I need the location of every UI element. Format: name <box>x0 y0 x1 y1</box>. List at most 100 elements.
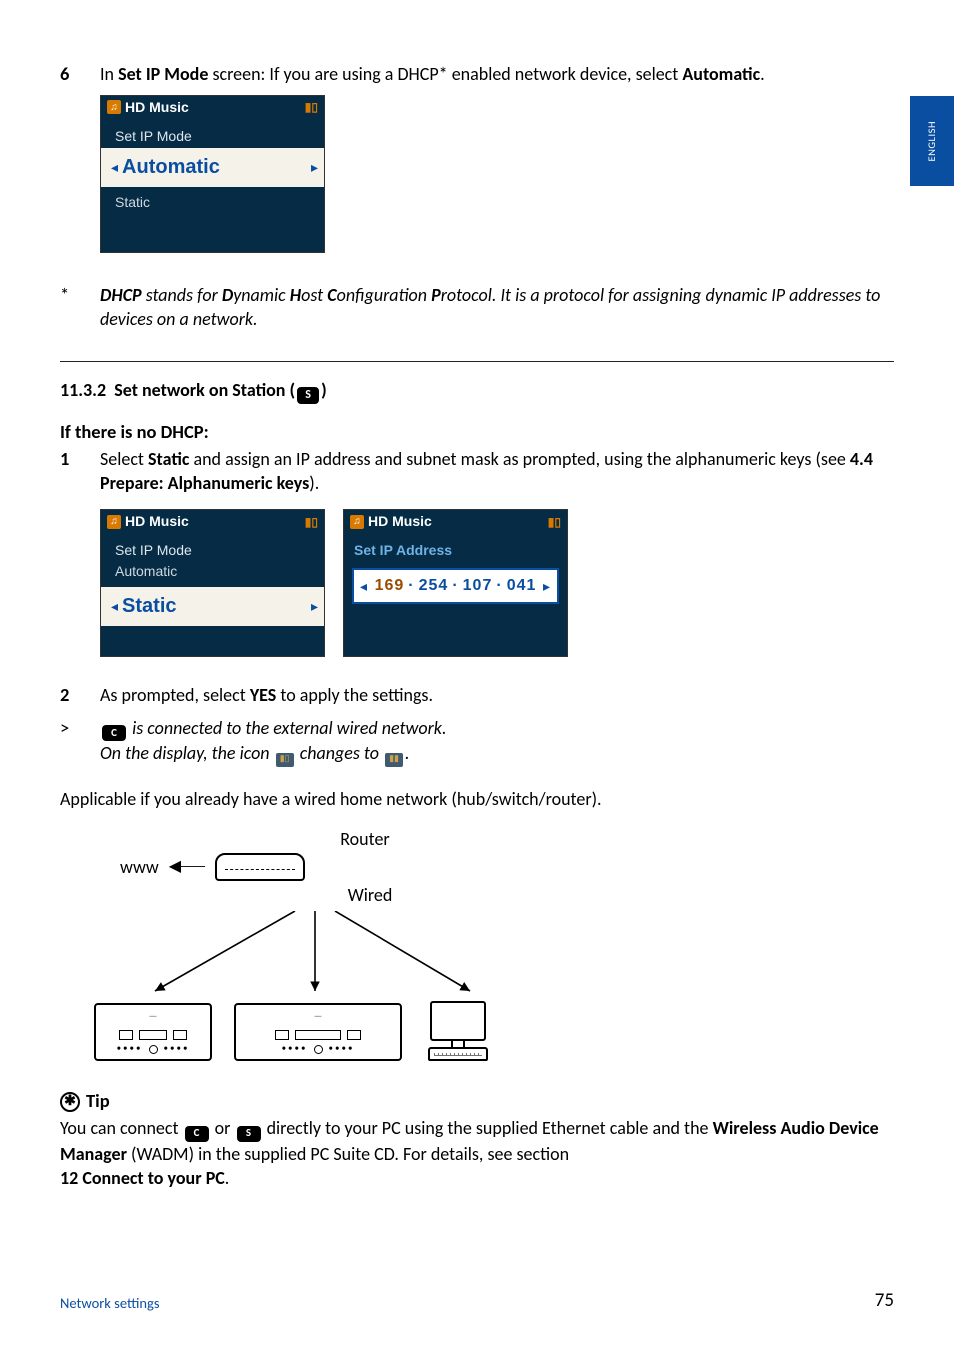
footer-page-number: 75 <box>875 1288 894 1314</box>
step-1-text: Select Static and assign an IP address a… <box>100 447 894 496</box>
txt: H <box>290 284 301 306</box>
txt: Static <box>148 448 189 470</box>
device-title: HD Music <box>368 512 432 531</box>
txt: directly to your PC using the supplied E… <box>263 1117 713 1139</box>
signal-new-icon: ▮▮ <box>385 753 403 767</box>
left-caret-icon: ◂ <box>111 597 118 616</box>
right-caret-icon: ▸ <box>311 158 318 177</box>
signal-icon: ▮▯ <box>305 99 318 115</box>
page-footer: Network settings 75 <box>60 1288 894 1314</box>
tip-text: You can connect C or S directly to your … <box>60 1116 894 1190</box>
txt: On the display, the icon <box>100 742 274 764</box>
ip-octets: 169·254·107·041 <box>372 575 540 597</box>
step-6-text: In Set IP Mode screen: If you are using … <box>100 62 894 87</box>
network-diagram: Router www ◀─── Wired ── • <box>100 827 500 1062</box>
tip-heading: ✱ Tip <box>60 1089 894 1114</box>
txt: Select <box>100 448 148 470</box>
ip-octet-2: 254 <box>419 575 449 597</box>
tip-label: Tip <box>86 1089 110 1114</box>
station-badge-icon: S <box>297 387 319 404</box>
step-2: 2 As prompted, select YES to apply the s… <box>60 683 894 708</box>
menu-item-automatic[interactable]: ◂Automatic ▸ <box>101 148 324 187</box>
txt: or <box>211 1117 235 1139</box>
left-caret-icon: ◂ <box>111 158 118 177</box>
txt: onfiguration <box>337 284 432 306</box>
signal-icon: ▮▯ <box>305 514 318 530</box>
result-line: > C is connected to the external wired n… <box>60 716 894 767</box>
language-tab: ENGLISH <box>910 96 954 186</box>
txt: 12 Connect to your PC <box>60 1167 225 1189</box>
step-1-number: 1 <box>60 447 100 496</box>
device-screens-static-ip: ♫HD Music ▮▯ Set IP Mode Automatic ◂Stat… <box>100 503 894 657</box>
device-header: ♫ HD Music ▮▯ <box>101 96 324 119</box>
device-title: HD Music <box>125 98 189 117</box>
result-marker: > <box>60 716 100 767</box>
device-screen-set-ip-mode-auto: ♫ HD Music ▮▯ Set IP Mode ◂Automatic ▸ S… <box>100 95 325 253</box>
txt: Set IP Mode <box>118 63 208 85</box>
txt: and assign an IP address and subnet mask… <box>189 448 850 470</box>
brand-mark: ── <box>96 1011 210 1020</box>
txt: YES <box>250 684 276 706</box>
language-tab-label: ENGLISH <box>925 121 939 161</box>
condition-heading: If there is no DHCP: <box>60 420 894 445</box>
footer-section-name: Network settings <box>60 1294 160 1314</box>
txt: ynamic <box>233 284 290 306</box>
txt: . <box>760 63 765 85</box>
txt: Automatic <box>682 63 760 85</box>
step-2-number: 2 <box>60 683 100 708</box>
txt: to apply the settings. <box>276 684 433 706</box>
router-label: Router <box>230 827 500 851</box>
center-badge-icon: C <box>185 1126 209 1142</box>
device-title: HD Music <box>125 512 189 531</box>
txt: C <box>327 284 336 306</box>
device-screen-set-ip-mode-static: ♫HD Music ▮▯ Set IP Mode Automatic ◂Stat… <box>100 509 325 657</box>
device-header: ♫HD Music ▮▯ <box>101 510 324 533</box>
device-wide-icon: ── •••••••• <box>234 1003 402 1061</box>
txt: DHCP <box>100 284 142 306</box>
result-text: C is connected to the external wired net… <box>100 716 894 767</box>
station-badge-icon: S <box>237 1126 261 1142</box>
menu-item-label: Automatic <box>122 154 220 181</box>
dhcp-footnote: * DHCP stands for Dynamic Host Configura… <box>60 283 894 332</box>
tip-icon: ✱ <box>60 1092 80 1112</box>
txt: As prompted, select <box>100 684 250 706</box>
ip-octet-4: 041 <box>507 575 537 597</box>
diagram-connection-lines <box>120 911 520 1001</box>
right-caret-icon: ▸ <box>311 597 318 616</box>
txt: . <box>405 742 410 764</box>
menu-item-static[interactable]: Static <box>101 187 324 218</box>
menu-item-label: Static <box>122 593 176 620</box>
device-screen-title: Set IP Mode <box>101 119 324 148</box>
router-icon <box>215 853 305 881</box>
device-screen-title: Set IP Address <box>344 533 567 562</box>
signal-icon: ▮▯ <box>548 514 561 530</box>
txt: stands for <box>142 284 222 306</box>
txt: You can connect <box>60 1117 183 1139</box>
step-1: 1 Select Static and assign an IP address… <box>60 447 894 496</box>
footnote-text: DHCP stands for Dynamic Host Configurati… <box>100 283 894 332</box>
right-caret-icon: ▸ <box>543 577 551 596</box>
subsection-heading: 11.3.2 Set network on Station (S) <box>60 378 894 404</box>
pc-icon <box>424 1001 492 1061</box>
step-2-text: As prompted, select YES to apply the set… <box>100 683 894 708</box>
music-icon: ♫ <box>107 100 121 114</box>
ip-address-input[interactable]: ◂ 169·254·107·041 ▸ <box>352 568 559 604</box>
txt: In <box>100 63 118 85</box>
applicable-note: Applicable if you already have a wired h… <box>60 787 894 811</box>
txt: ) <box>321 379 327 401</box>
menu-item-automatic[interactable]: Automatic <box>101 562 324 587</box>
section-divider <box>60 361 894 362</box>
device-small-icon: ── •••••••• <box>94 1003 212 1061</box>
txt: changes to <box>296 742 383 764</box>
txt: ost <box>301 284 327 306</box>
menu-item-static[interactable]: ◂Static ▸ <box>101 587 324 626</box>
brand-mark: ── <box>236 1011 400 1020</box>
ip-octet-1: 169 <box>375 575 405 597</box>
txt: D <box>222 284 233 306</box>
txt: P <box>431 284 441 306</box>
txt: ). <box>309 472 319 494</box>
device-header: ♫HD Music ▮▯ <box>344 510 567 533</box>
page-content: 6 In Set IP Mode screen: If you are usin… <box>0 0 954 1230</box>
ip-octet-3: 107 <box>463 575 493 597</box>
txt: (WADM) in the supplied PC Suite CD. For … <box>127 1143 569 1165</box>
